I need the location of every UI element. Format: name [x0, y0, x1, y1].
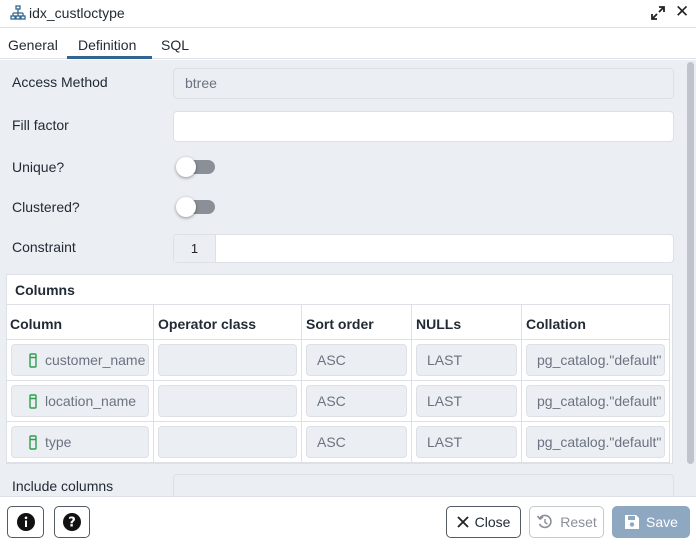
sort-order-select[interactable]: ASC — [306, 426, 407, 458]
nulls-select[interactable]: LAST — [416, 385, 517, 417]
clustered-label: Clustered? — [12, 199, 80, 215]
help-icon: ? — [63, 513, 81, 531]
column-name: location_name — [45, 393, 137, 409]
toggle-knob — [176, 197, 196, 217]
header-collation: Collation — [526, 316, 586, 332]
column-icon — [29, 394, 37, 409]
title-bar: idx_custloctype ✕ — [0, 0, 696, 28]
column-select[interactable]: type — [11, 426, 149, 458]
constraint-value: 1 — [174, 235, 216, 262]
columns-header-row: Column Operator class Sort order NULLs C… — [7, 304, 670, 340]
tab-sql[interactable]: SQL — [161, 37, 189, 53]
table-row: type ASC LAST pg_catalog."default" — [7, 422, 670, 463]
collation-select[interactable]: pg_catalog."default" — [526, 385, 665, 417]
sort-order-select[interactable]: ASC — [306, 385, 407, 417]
header-sort-order: Sort order — [306, 316, 374, 332]
table-row: location_name ASC LAST pg_catalog."defau… — [7, 381, 670, 422]
scrollbar-thumb[interactable] — [687, 62, 694, 464]
operator-class-select[interactable] — [158, 426, 297, 458]
table-row: customer_name ASC LAST pg_catalog."defau… — [7, 340, 670, 381]
save-icon — [625, 515, 640, 529]
column-select[interactable]: location_name — [11, 385, 149, 417]
reset-button-label: Reset — [560, 514, 597, 530]
info-icon — [16, 513, 35, 531]
column-name: type — [45, 434, 72, 450]
save-button-label: Save — [646, 514, 678, 530]
collation-select[interactable]: pg_catalog."default" — [526, 344, 665, 376]
constraint-input[interactable]: 1 — [173, 234, 674, 263]
column-select[interactable]: customer_name — [11, 344, 149, 376]
clustered-toggle[interactable] — [176, 195, 215, 217]
dialog-title: idx_custloctype — [29, 5, 125, 21]
header-operator-class: Operator class — [158, 316, 257, 332]
svg-text:?: ? — [68, 516, 76, 531]
header-column: Column — [10, 316, 63, 332]
include-columns-label: Include columns — [12, 478, 114, 494]
tab-definition[interactable]: Definition — [78, 37, 136, 53]
access-method-input[interactable]: btree — [173, 68, 674, 99]
operator-class-select[interactable] — [158, 385, 297, 417]
maximize-icon[interactable] — [650, 5, 666, 21]
sort-order-select[interactable]: ASC — [306, 344, 407, 376]
collation-select[interactable]: pg_catalog."default" — [526, 426, 665, 458]
close-button[interactable]: Close — [446, 506, 521, 538]
tab-general[interactable]: General — [8, 37, 58, 53]
nulls-select[interactable]: LAST — [416, 344, 517, 376]
save-button[interactable]: Save — [612, 506, 690, 538]
active-tab-indicator — [67, 56, 152, 59]
column-icon — [29, 435, 37, 450]
close-icon[interactable]: ✕ — [675, 3, 689, 20]
reset-icon — [537, 514, 552, 529]
access-method-label: Access Method — [12, 74, 108, 90]
tab-bar: General Definition SQL — [0, 29, 696, 59]
unique-label: Unique? — [12, 159, 65, 175]
constraint-label: Constraint — [12, 239, 76, 255]
dialog-footer: ? Close Reset Save — [0, 496, 696, 545]
unique-toggle[interactable] — [176, 155, 215, 177]
toggle-knob — [176, 157, 196, 177]
help-button[interactable]: ? — [54, 506, 90, 538]
info-button[interactable] — [7, 506, 44, 538]
index-icon — [10, 5, 26, 20]
header-nulls: NULLs — [416, 316, 462, 332]
fill-factor-label: Fill factor — [12, 117, 69, 133]
operator-class-select[interactable] — [158, 344, 297, 376]
columns-title: Columns — [15, 282, 75, 298]
reset-button[interactable]: Reset — [529, 506, 604, 538]
fill-factor-input[interactable] — [173, 111, 674, 142]
close-icon — [456, 516, 469, 528]
columns-panel: Columns Column Operator class Sort order… — [6, 274, 673, 464]
nulls-select[interactable]: LAST — [416, 426, 517, 458]
column-icon — [29, 353, 37, 368]
close-button-label: Close — [474, 514, 511, 530]
column-name: customer_name — [45, 352, 146, 368]
